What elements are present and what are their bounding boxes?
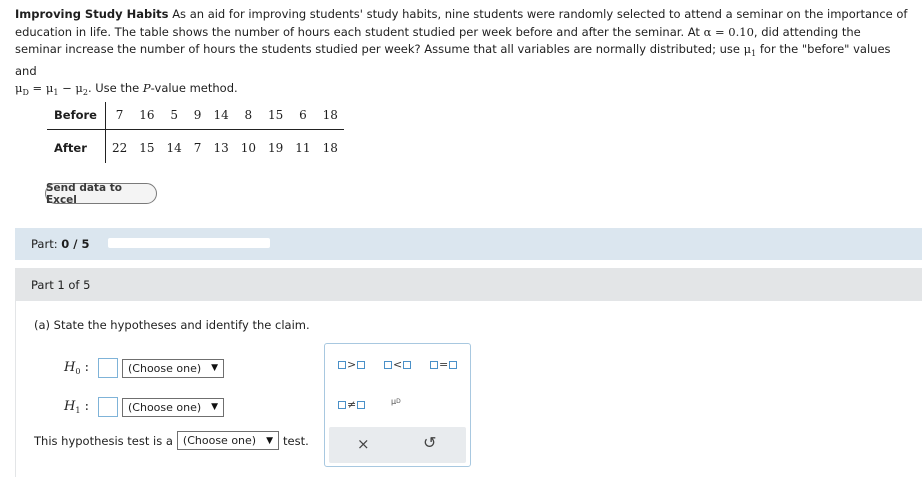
before-value: 5 (160, 102, 188, 130)
dropdown-caret-icon: ▼ (211, 402, 219, 412)
before-label: Before (47, 102, 106, 130)
part-header-label: Part 1 of 5 (31, 278, 91, 292)
problem-text-4: . Use the (87, 81, 140, 95)
test-prefix: This hypothesis test is a (34, 433, 173, 448)
after-label: After (47, 129, 106, 163)
before-value: 15 (262, 102, 290, 130)
not-equal-button[interactable]: ≠ (337, 398, 366, 411)
after-row: After 22 15 14 7 13 10 19 11 18 (47, 129, 344, 163)
before-value: 7 (105, 102, 134, 130)
h1-answer-box[interactable] (98, 397, 118, 417)
part-progress-label: Part: 0 / 5 (31, 237, 90, 251)
question-text: (a) State the hypotheses and identify th… (34, 318, 310, 332)
mud-definition: μD = μ1 − μ2 (15, 81, 88, 97)
after-value: 14 (166, 141, 182, 156)
h0-answer-box[interactable] (98, 358, 118, 378)
problem-statement: Improving Study Habits As an aid for imp… (15, 6, 910, 102)
mu1-symbol: μ1 (743, 42, 757, 58)
test-type-row: This hypothesis test is a (Choose one) ▼ … (34, 431, 309, 450)
before-value: 9 (187, 102, 208, 130)
dropdown-caret-icon: ▼ (266, 435, 274, 446)
after-value: 11 (295, 141, 311, 156)
symbol-palette: > < = ≠ μD × ↺ (324, 343, 471, 467)
part-header: Part 1 of 5 (15, 268, 922, 301)
before-value: 14 (207, 102, 235, 130)
equals-button[interactable]: = (429, 358, 458, 371)
send-to-excel-button[interactable]: Send data to Excel (45, 182, 157, 206)
p-italic: P (142, 81, 151, 95)
after-value: 7 (193, 141, 202, 156)
clear-icon[interactable]: × (357, 435, 370, 453)
h0-row: H0 : (Choose one) ▼ (64, 358, 225, 378)
before-value: 8 (234, 102, 262, 130)
before-value: 18 (316, 102, 344, 130)
after-value: 15 (139, 141, 155, 156)
data-table: Before 7 16 5 9 14 8 15 6 18 After 22 15… (47, 102, 344, 163)
before-row: Before 7 16 5 9 14 8 15 6 18 (47, 102, 344, 130)
progress-track (108, 238, 270, 248)
problem-text-5: -value method. (150, 81, 238, 95)
mu-d-button[interactable]: μD (391, 397, 401, 406)
h1-select[interactable]: (Choose one) ▼ (122, 397, 225, 417)
undo-icon[interactable]: ↺ (423, 433, 436, 452)
h1-label: H1 : (64, 399, 89, 415)
part-progress-bar: Part: 0 / 5 (15, 228, 922, 260)
h0-label: H0 : (64, 360, 89, 376)
dropdown-caret-icon: ▼ (211, 363, 219, 373)
after-value: 22 (111, 141, 128, 156)
test-suffix: test. (283, 433, 309, 448)
after-value: 10 (240, 141, 256, 156)
before-value: 6 (289, 102, 317, 130)
test-type-select[interactable]: (Choose one) ▼ (176, 431, 280, 450)
less-than-button[interactable]: < (383, 358, 412, 371)
after-value: 18 (322, 141, 338, 156)
after-value: 13 (213, 141, 229, 156)
palette-action-bar: × ↺ (329, 427, 466, 463)
alpha-expression: α = 0.10 (703, 24, 754, 39)
problem-title: Improving Study Habits (15, 7, 169, 21)
after-value: 19 (268, 141, 284, 156)
h1-row: H1 : (Choose one) ▼ (64, 397, 225, 417)
before-value: 16 (133, 102, 161, 130)
h0-select[interactable]: (Choose one) ▼ (122, 358, 225, 378)
greater-than-button[interactable]: > (337, 358, 366, 371)
